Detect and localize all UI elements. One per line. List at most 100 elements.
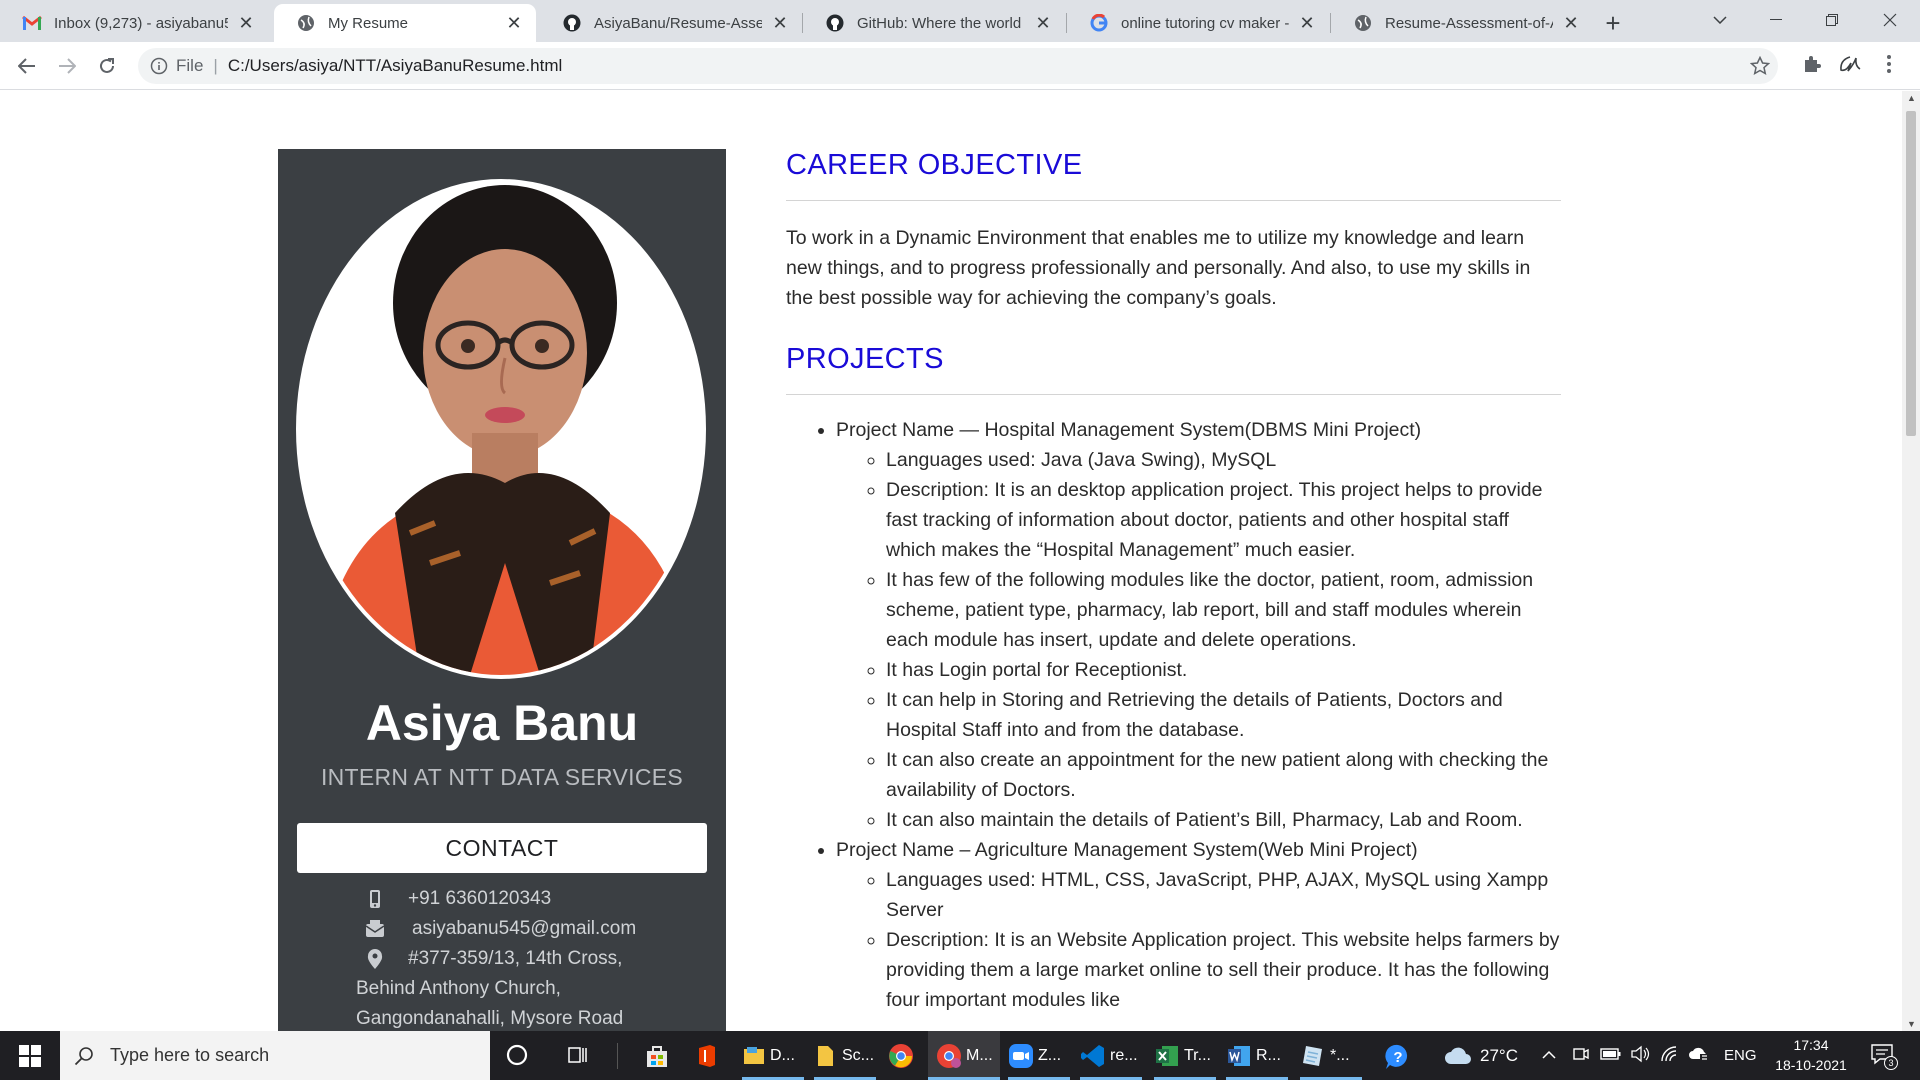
taskbar-search-box[interactable]: Type here to search	[60, 1031, 490, 1080]
taskbar-app-vscode[interactable]: re...	[1080, 1031, 1142, 1080]
start-button[interactable]	[0, 1031, 60, 1080]
taskbar-app-label: R...	[1256, 1046, 1281, 1064]
taskbar-app-notepad[interactable]: *...	[1300, 1031, 1362, 1080]
word-icon	[1228, 1045, 1250, 1066]
taskbar-app-excel[interactable]: Tr...	[1154, 1031, 1216, 1080]
zoom-icon	[1009, 1043, 1033, 1068]
weather-temp: 27°C	[1480, 1045, 1518, 1065]
tab-github-home[interactable]: GitHub: Where the world builds ✕	[803, 4, 1065, 42]
volume-icon[interactable]	[1630, 1045, 1650, 1068]
close-icon[interactable]: ✕	[1033, 13, 1053, 33]
contact-button[interactable]: CONTACT	[297, 823, 707, 873]
cortana-button[interactable]	[505, 1043, 533, 1071]
portrait-illustration	[300, 183, 702, 675]
tab-title: My Resume	[328, 14, 409, 32]
project-detail: Languages used: HTML, CSS, JavaScript, P…	[886, 865, 1561, 925]
taskbar-app-folder[interactable]: Sc...	[814, 1031, 876, 1080]
taskbar-app-zoom[interactable]: Z...	[1008, 1031, 1070, 1080]
tab-title: AsiyaBanu/Resume-Assessment	[594, 14, 762, 32]
close-icon[interactable]: ✕	[1297, 13, 1317, 33]
contact-address-line1: #377-359/13, 14th Cross,	[408, 948, 623, 969]
task-view-button[interactable]	[566, 1043, 594, 1071]
github-icon	[825, 13, 845, 33]
taskbar-app-label: D...	[770, 1046, 795, 1064]
scrollbar-thumb[interactable]	[1906, 111, 1916, 436]
taskbar-app-chrome-profile[interactable]: M...	[928, 1031, 1000, 1080]
project-detail: It can help in Storing and Retrieving th…	[886, 685, 1561, 745]
action-center-button[interactable]: 3	[1870, 1043, 1900, 1071]
new-tab-button[interactable]: +	[1598, 8, 1628, 38]
project-title: Project Name – Agriculture Management Sy…	[836, 839, 1418, 861]
forward-button[interactable]	[51, 50, 83, 82]
minimize-button[interactable]	[1748, 0, 1804, 40]
language-indicator[interactable]: ENG	[1724, 1047, 1757, 1064]
profile-photo	[296, 179, 706, 679]
location-pin-icon	[367, 949, 383, 969]
close-icon[interactable]: ✕	[1561, 13, 1581, 33]
office-app[interactable]	[694, 1043, 720, 1069]
clock-time: 17:34	[1793, 1037, 1829, 1053]
store-app[interactable]	[644, 1043, 670, 1069]
tray-overflow-chevron-icon[interactable]	[1542, 1047, 1556, 1063]
url-scheme: File	[176, 56, 204, 75]
divider	[786, 394, 1561, 395]
taskbar-app-label: Tr...	[1184, 1046, 1211, 1064]
search-icon	[74, 1046, 93, 1065]
phone-icon	[370, 890, 380, 908]
extensions-puzzle-icon[interactable]	[1802, 54, 1822, 79]
tab-google-search[interactable]: online tutoring cv maker - Google ✕	[1067, 4, 1329, 42]
onedrive-icon[interactable]	[1688, 1045, 1710, 1068]
tab-github-repo[interactable]: AsiyaBanu/Resume-Assessment ✕	[540, 4, 802, 42]
chrome-menu-icon[interactable]	[1886, 54, 1892, 79]
tab-title: online tutoring cv maker - Google	[1121, 14, 1289, 32]
url-separator: |	[213, 56, 218, 75]
resume-name: Asiya Banu	[365, 695, 639, 751]
help-button[interactable]: ?	[1384, 1043, 1412, 1071]
folder-icon	[818, 1045, 833, 1066]
network-wifi-icon[interactable]	[1660, 1045, 1680, 1068]
profile-signature-icon[interactable]	[1838, 54, 1864, 81]
tab-resume-assessment[interactable]: Resume-Assessment-of-Asiya ✕	[1331, 4, 1593, 42]
contact-address-line2: Behind Anthony Church,	[356, 978, 561, 999]
close-icon[interactable]: ✕	[770, 13, 790, 33]
career-objective-heading: CAREER OBJECTIVE	[786, 149, 1083, 181]
scroll-down-arrow-icon[interactable]: ▼	[1907, 1019, 1916, 1029]
weather-widget[interactable]: 27°C	[1444, 1031, 1528, 1080]
gmail-icon	[22, 13, 42, 33]
tab-title: Resume-Assessment-of-Asiya	[1385, 14, 1553, 32]
battery-icon[interactable]	[1600, 1047, 1622, 1066]
taskbar-app-chrome[interactable]	[888, 1043, 916, 1071]
tab-search-button[interactable]	[1692, 0, 1748, 40]
contact-phone[interactable]: +91 6360120343	[408, 888, 551, 910]
address-bar[interactable]: File | C:/Users/asiya/NTT/AsiyaBanuResum…	[138, 48, 1778, 84]
google-icon	[1089, 13, 1109, 33]
reload-button[interactable]	[91, 50, 123, 82]
project-detail: It has Login portal for Receptionist.	[886, 655, 1561, 685]
project-title: Project Name — Hospital Management Syste…	[836, 419, 1422, 441]
cloud-icon	[1445, 1047, 1471, 1064]
project-item: Project Name – Agriculture Management Sy…	[836, 835, 1561, 1015]
project-detail: It has few of the following modules like…	[886, 565, 1561, 655]
clock[interactable]: 17:34 18-10-2021	[1766, 1035, 1856, 1075]
career-objective-text: To work in a Dynamic Environment that en…	[786, 227, 1531, 309]
github-icon	[562, 13, 582, 33]
info-icon[interactable]	[150, 57, 168, 75]
close-icon[interactable]: ✕	[504, 13, 524, 33]
close-window-button[interactable]	[1862, 0, 1918, 40]
tab-gmail[interactable]: Inbox (9,273) - asiyabanu545@ ✕	[0, 4, 268, 42]
close-icon[interactable]: ✕	[236, 13, 256, 33]
meet-now-icon[interactable]	[1572, 1045, 1590, 1068]
restore-button[interactable]	[1804, 0, 1860, 40]
tab-my-resume[interactable]: My Resume ✕	[274, 4, 536, 42]
taskbar-app-file-explorer[interactable]: D...	[742, 1031, 804, 1080]
globe-icon	[296, 13, 316, 33]
page-scrollbar[interactable]: ▲ ▼	[1902, 91, 1920, 1031]
task-view-icon	[568, 1047, 587, 1063]
url-text[interactable]: C:/Users/asiya/NTT/AsiyaBanuResume.html	[228, 56, 562, 76]
bookmark-star-icon[interactable]	[1749, 55, 1771, 81]
back-button[interactable]	[11, 50, 43, 82]
taskbar-app-label: Z...	[1038, 1046, 1062, 1064]
contact-email[interactable]: asiyabanu545@gmail.com	[412, 918, 636, 940]
taskbar-app-word[interactable]: R...	[1226, 1031, 1288, 1080]
scroll-up-arrow-icon[interactable]: ▲	[1907, 93, 1916, 103]
